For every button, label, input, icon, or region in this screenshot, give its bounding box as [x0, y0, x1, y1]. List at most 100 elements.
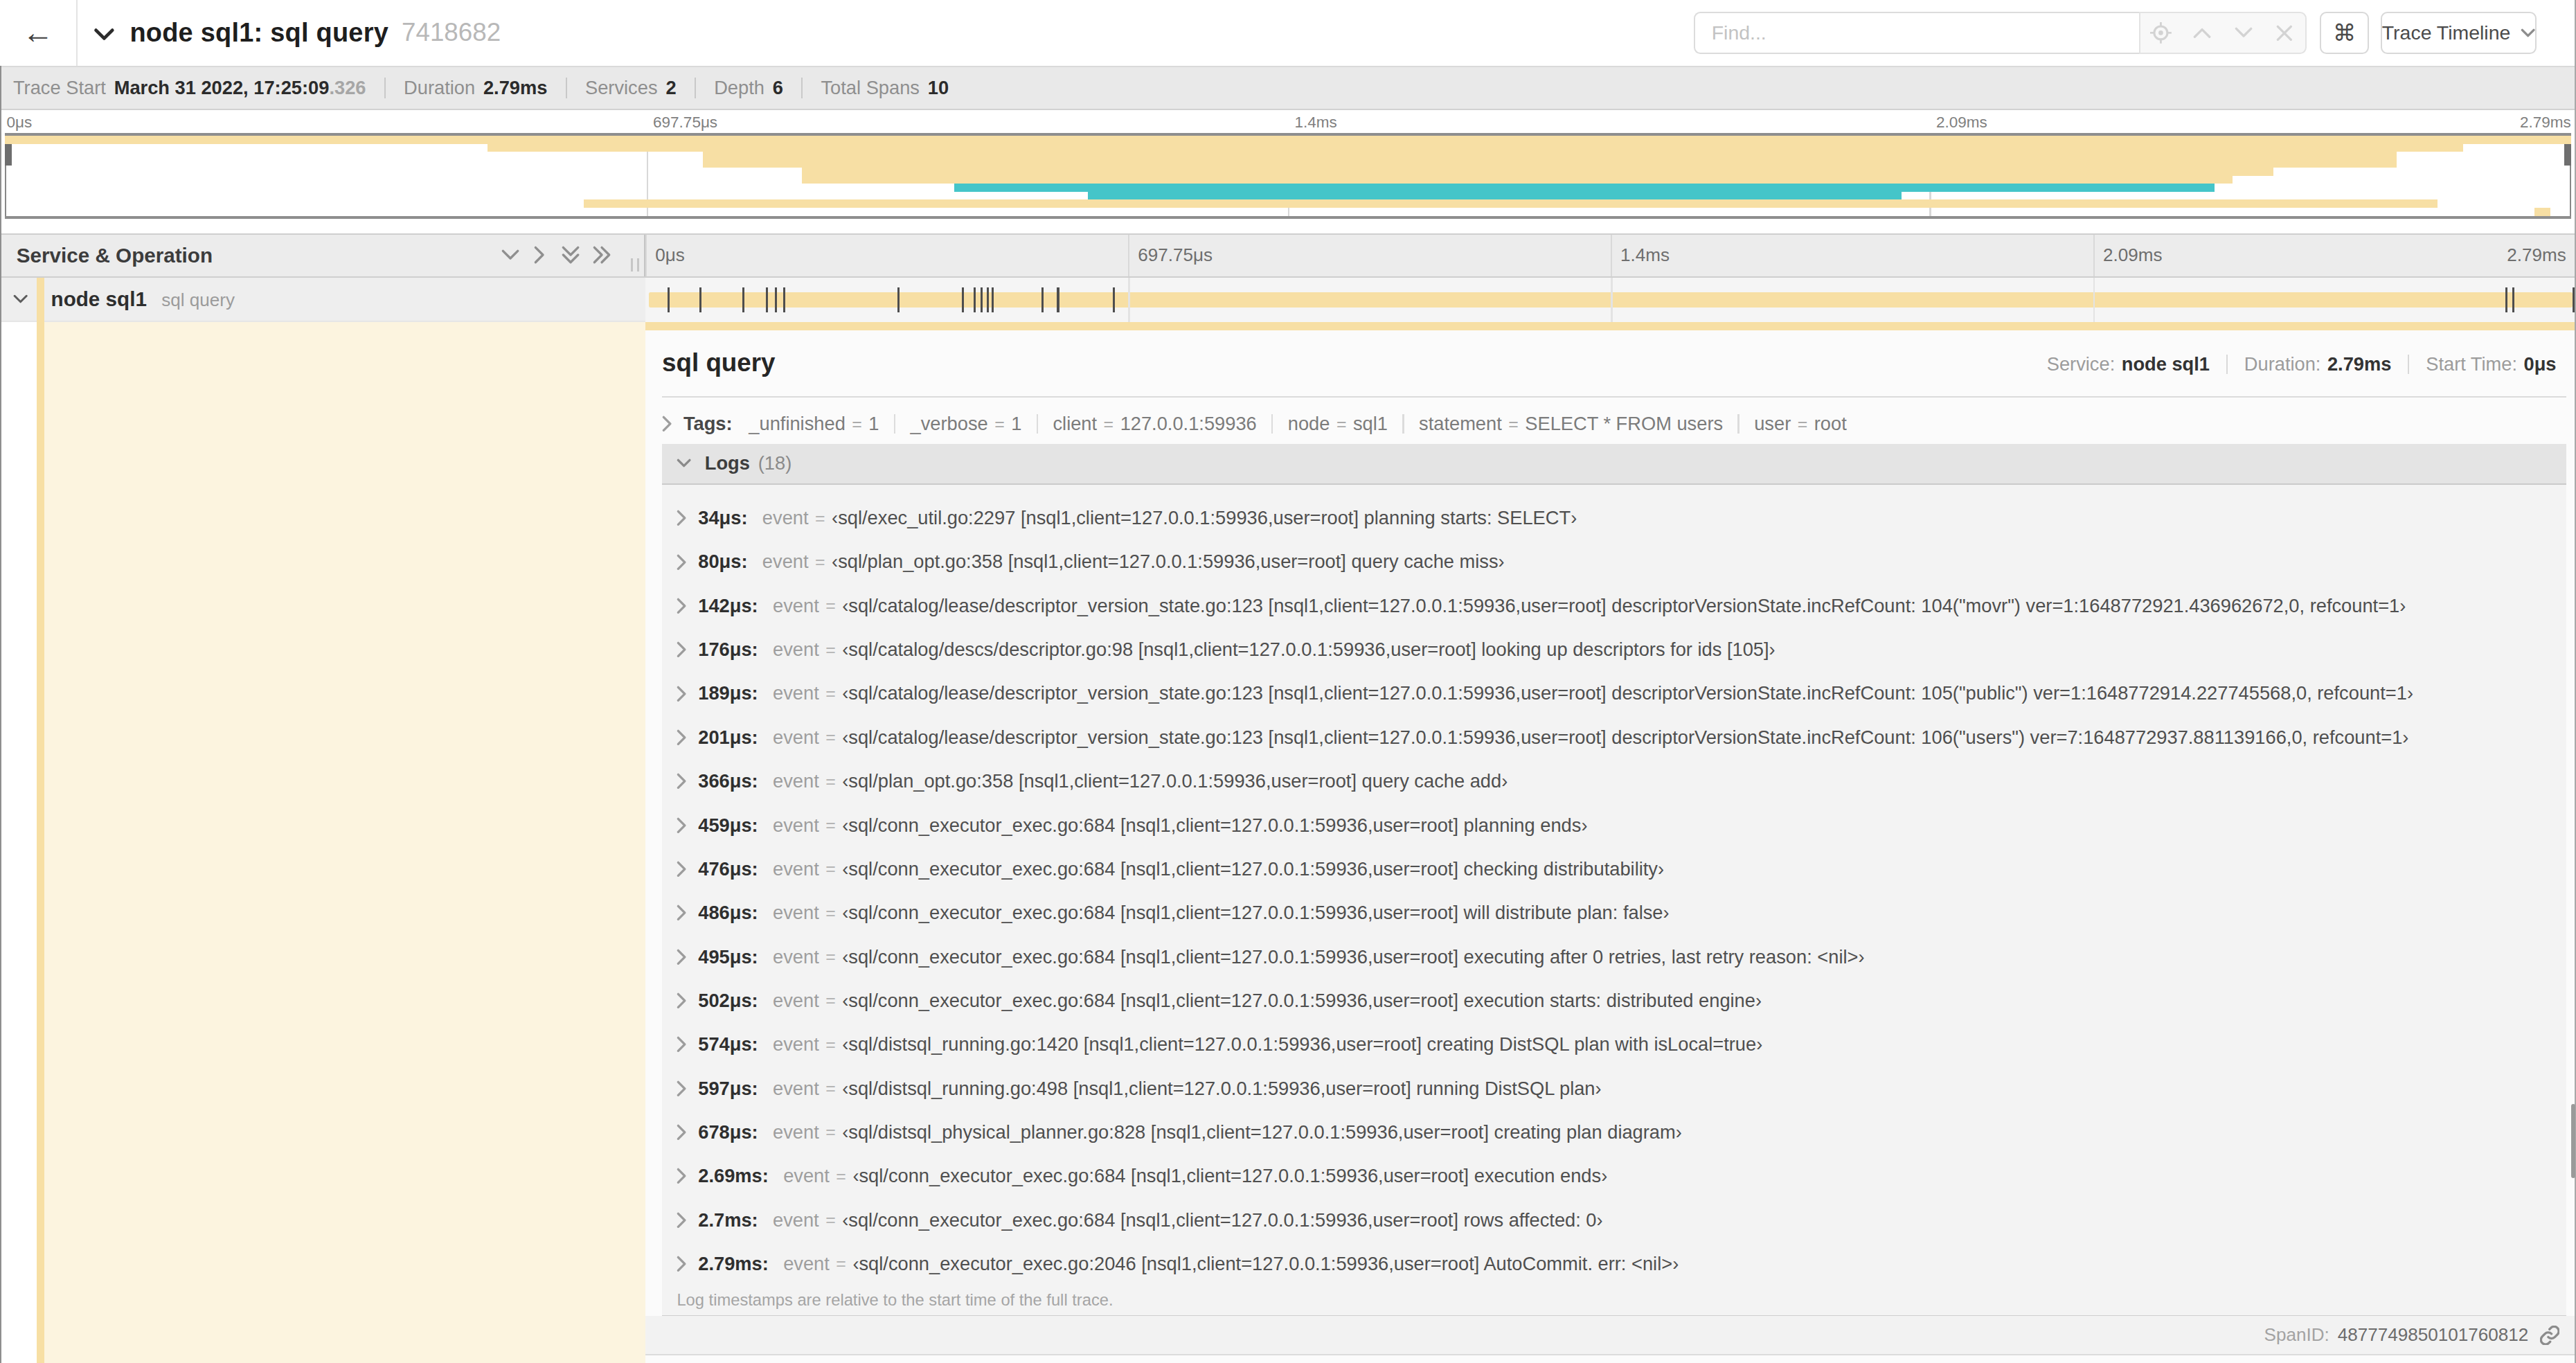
log-entry-row[interactable]: 366μs:event=‹sql/plan_opt.go:358 [nsql1,…	[662, 760, 2566, 803]
log-entry-time: 2.79ms:	[698, 1253, 769, 1275]
log-entry-row[interactable]: 201μs:event=‹sql/catalog/lease/descripto…	[662, 715, 2566, 759]
span-name-wrapper[interactable]: node sql1 sql query	[51, 278, 235, 321]
log-entry-row[interactable]: 597μs:event=‹sql/distsql_running.go:498 …	[662, 1067, 2566, 1110]
log-entry-field: event	[783, 1253, 830, 1275]
log-event-tick[interactable]	[668, 287, 670, 312]
chevron-right-icon	[677, 1212, 686, 1229]
log-entry-field: event	[773, 1033, 819, 1055]
chevron-right-icon	[677, 1036, 686, 1053]
collapse-children-icon[interactable]	[13, 278, 28, 321]
log-entry-field: event	[773, 858, 819, 880]
prev-match-icon[interactable]	[2191, 21, 2214, 44]
log-event-tick[interactable]	[1057, 287, 1059, 312]
log-entry-time: 2.7ms:	[698, 1209, 758, 1231]
detail-divider	[662, 396, 2566, 398]
log-entry-row[interactable]: 459μs:event=‹sql/conn_executor_exec.go:6…	[662, 803, 2566, 847]
log-event-tick[interactable]	[2505, 287, 2507, 312]
log-event-tick[interactable]	[992, 287, 994, 312]
span-row[interactable]: node sql1 sql query	[0, 278, 2576, 322]
next-match-icon[interactable]	[2232, 21, 2255, 44]
log-entry-value: ‹sql/distsql_running.go:1420 [nsql1,clie…	[842, 1033, 1762, 1055]
log-event-tick[interactable]	[2512, 287, 2514, 312]
span-timeline-column[interactable]	[645, 278, 2576, 322]
log-entry-time: 502μs:	[698, 990, 758, 1012]
log-entry-time: 366μs:	[698, 770, 758, 792]
range-scrubber-right[interactable]	[2570, 136, 2571, 215]
tags-label: Tags:	[683, 413, 733, 435]
log-event-tick[interactable]	[974, 287, 976, 312]
tag-item[interactable]: node=sql1	[1288, 413, 1388, 435]
clear-search-icon[interactable]	[2273, 21, 2296, 44]
log-event-tick[interactable]	[783, 287, 785, 312]
link-icon[interactable]	[2540, 1326, 2559, 1345]
chevron-down-icon[interactable]	[93, 28, 115, 41]
stat-value: 2.79ms	[483, 77, 547, 98]
log-entry-row[interactable]: 678μs:event=‹sql/distsql_physical_planne…	[662, 1110, 2566, 1154]
minimap-canvas[interactable]	[5, 133, 2571, 218]
log-event-tick[interactable]	[962, 287, 964, 312]
minimap-span-bar	[802, 168, 2273, 176]
tag-item[interactable]: client=127.0.0.1:59936	[1053, 413, 1256, 435]
detail-meta-value: 0μs	[2524, 353, 2557, 375]
log-entry-row[interactable]: 476μs:event=‹sql/conn_executor_exec.go:6…	[662, 847, 2566, 891]
log-entry-time: 201μs:	[698, 727, 758, 749]
tag-item[interactable]: statement=SELECT * FROM users	[1419, 413, 1723, 435]
log-entry-row[interactable]: 80μs:event=‹sql/plan_opt.go:358 [nsql1,c…	[662, 540, 2566, 584]
log-entry-value: ‹sql/conn_executor_exec.go:2046 [nsql1,c…	[852, 1253, 1679, 1275]
collapse-one-icon[interactable]	[501, 235, 519, 276]
log-entry-equals: =	[836, 1166, 846, 1186]
chevron-down-icon	[677, 458, 691, 468]
log-entry-row[interactable]: 142μs:event=‹sql/catalog/lease/descripto…	[662, 584, 2566, 627]
keyboard-shortcuts-button[interactable]: ⌘	[2320, 12, 2369, 55]
columns-header: Service & Operation 0μs697.75μs1.4ms2.09…	[0, 233, 2576, 278]
log-entry-row[interactable]: 34μs:event=‹sql/exec_util.go:2297 [nsql1…	[662, 496, 2566, 540]
tag-equals: =	[1798, 414, 1808, 434]
range-scrubber-left[interactable]	[5, 136, 6, 215]
detail-accent-bar	[645, 322, 2576, 330]
span-color-bar	[37, 278, 44, 322]
log-entry-equals: =	[825, 684, 836, 704]
stat-divider	[566, 78, 567, 99]
log-entry-row[interactable]: 2.7ms:event=‹sql/conn_executor_exec.go:6…	[662, 1198, 2566, 1242]
tag-item[interactable]: _unfinished=1	[749, 413, 879, 435]
logs-header[interactable]: Logs (18)	[662, 444, 2566, 485]
log-event-tick[interactable]	[1041, 287, 1044, 312]
log-entry-time: 486μs:	[698, 902, 758, 924]
log-entry-row[interactable]: 495μs:event=‹sql/conn_executor_exec.go:6…	[662, 935, 2566, 979]
span-name-column[interactable]: node sql1 sql query	[0, 278, 645, 322]
back-button[interactable]: ←	[0, 0, 78, 66]
service-operation-title: Service & Operation	[17, 235, 213, 276]
find-input[interactable]	[1694, 12, 2139, 55]
log-entry-row[interactable]: 2.79ms:event=‹sql/conn_executor_exec.go:…	[662, 1242, 2566, 1285]
collapse-all-icon[interactable]	[562, 235, 580, 276]
log-entry-value: ‹sql/conn_executor_exec.go:684 [nsql1,cl…	[842, 1209, 1602, 1231]
trace-minimap: 0μs697.75μs1.4ms2.09ms2.79ms	[0, 110, 2576, 233]
log-entry-row[interactable]: 2.69ms:event=‹sql/conn_executor_exec.go:…	[662, 1155, 2566, 1198]
expand-one-icon[interactable]	[534, 235, 546, 276]
log-event-tick[interactable]	[766, 287, 768, 312]
log-entry-row[interactable]: 189μs:event=‹sql/catalog/lease/descripto…	[662, 672, 2566, 715]
log-entry-row[interactable]: 486μs:event=‹sql/conn_executor_exec.go:6…	[662, 891, 2566, 935]
tag-item[interactable]: user=root	[1754, 413, 1847, 435]
log-event-tick[interactable]	[987, 287, 989, 312]
tags-row[interactable]: Tags: _unfinished=1 _verbose=1 client=127.…	[662, 407, 2566, 440]
log-entry-row[interactable]: 176μs:event=‹sql/catalog/descs/descripto…	[662, 627, 2566, 671]
log-event-tick[interactable]	[775, 287, 777, 312]
log-event-tick[interactable]	[1113, 287, 1115, 312]
trace-view-selector[interactable]: Trace Timeline	[2381, 12, 2537, 55]
expand-all-icon[interactable]	[593, 235, 611, 276]
locate-icon[interactable]	[2149, 21, 2172, 44]
scrollbar-thumb[interactable]	[2571, 1104, 2575, 1178]
log-event-tick[interactable]	[742, 287, 744, 312]
trace-title-group[interactable]: node sql1: sql query 7418682	[93, 0, 501, 66]
detail-row-left-fill	[44, 322, 645, 1363]
log-entry-row[interactable]: 574μs:event=‹sql/distsql_running.go:1420…	[662, 1023, 2566, 1067]
log-entry-row[interactable]: 502μs:event=‹sql/conn_executor_exec.go:6…	[662, 979, 2566, 1022]
log-event-tick[interactable]	[699, 287, 701, 312]
log-event-tick[interactable]	[897, 287, 900, 312]
column-resize-grip[interactable]	[631, 258, 639, 271]
tag-item[interactable]: _verbose=1	[911, 413, 1022, 435]
log-event-tick[interactable]	[981, 287, 983, 312]
stat-item: Depth6	[714, 77, 783, 99]
stat-divider	[801, 78, 803, 99]
